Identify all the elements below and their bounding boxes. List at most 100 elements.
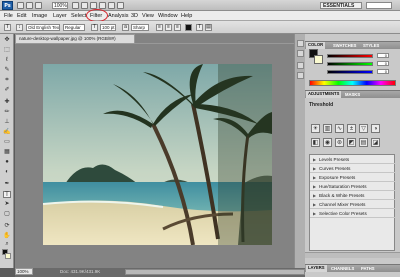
menu-select[interactable]: Select [71, 13, 86, 19]
launch-bridge-icon[interactable] [17, 2, 24, 9]
document-tab[interactable]: nature-desktop-wallpaper.jpg @ 100% (RGB… [15, 34, 135, 43]
font-style-select[interactable]: Regular [63, 24, 85, 31]
extras-icon[interactable] [90, 2, 97, 9]
preset-hue-saturation[interactable]: ▶ Hue/Saturation Presets [310, 183, 395, 191]
tool-options-bar: T ↕ Old English Text ... Regular T 100 p… [0, 21, 400, 34]
zoom-level-field[interactable]: 100% [52, 2, 68, 9]
history-panel-icon[interactable] [297, 40, 304, 47]
blue-value[interactable]: 0 [377, 69, 389, 74]
green-slider[interactable] [327, 62, 373, 66]
hue-saturation-icon[interactable]: ◑ [371, 124, 380, 133]
help-search-input[interactable] [366, 2, 392, 9]
dodge-tool-icon[interactable]: ◐ [3, 169, 11, 176]
color-background-swatch[interactable] [314, 55, 323, 64]
preset-channel-mixer[interactable]: ▶ Channel Mixer Presets [310, 201, 395, 209]
paragraph-panel-icon[interactable] [297, 72, 304, 79]
tab-styles[interactable]: STYLES [363, 43, 379, 48]
type-tool-icon[interactable]: T [4, 24, 11, 31]
brightness-icon[interactable]: ☀ [311, 124, 320, 133]
font-size-select[interactable]: 100 pt [100, 24, 116, 31]
menu-view[interactable]: View [142, 13, 154, 19]
preset-selective-color[interactable]: ▶ Selective Color Presets [310, 210, 395, 218]
antialias-select[interactable]: Sharp [131, 24, 149, 31]
arrange-documents-icon[interactable] [72, 2, 79, 9]
clone-stamp-tool-icon[interactable]: ⊥ [3, 119, 11, 126]
text-color-swatch[interactable] [185, 24, 192, 31]
character-panel-icon[interactable] [297, 62, 304, 69]
guides-icon[interactable] [117, 2, 124, 9]
zoom-tool-icon[interactable] [35, 2, 42, 9]
tab-masks[interactable]: MASKS [345, 92, 360, 97]
zoom-tool-icon[interactable]: ⌕ [3, 241, 11, 248]
posterize-icon[interactable]: ▤ [359, 138, 368, 147]
invert-icon[interactable]: ◩ [347, 138, 356, 147]
pen-tool-icon[interactable]: ✒ [3, 181, 11, 188]
image-canvas[interactable] [43, 64, 272, 245]
orientation-toggle-icon[interactable]: ↕ [16, 24, 23, 31]
levels-icon[interactable]: ▥ [323, 124, 332, 133]
preset-curves[interactable]: ▶ Curves Presets [310, 165, 395, 173]
tab-swatches[interactable]: SWATCHES [333, 43, 356, 48]
align-center-icon[interactable]: ≡ [165, 24, 172, 31]
curves-icon[interactable]: ∿ [335, 124, 344, 133]
green-value[interactable]: 0 [377, 61, 389, 66]
status-zoom-field[interactable]: 100% [15, 268, 33, 275]
tab-color[interactable]: COLOR [306, 42, 326, 49]
blur-tool-icon[interactable]: ● [3, 159, 11, 166]
red-value[interactable]: 0 [377, 53, 389, 58]
red-slider[interactable] [327, 54, 373, 58]
preset-levels[interactable]: ▶ Levels Presets [310, 156, 395, 164]
marquee-tool-icon[interactable]: ⬚ [3, 47, 11, 54]
threshold-icon[interactable]: ◪ [371, 138, 380, 147]
eraser-tool-icon[interactable]: ▭ [3, 139, 11, 146]
channel-mixer-icon[interactable]: ⊛ [335, 138, 344, 147]
photo-filter-icon[interactable]: ◉ [323, 138, 332, 147]
path-selection-tool-icon[interactable]: ➤ [3, 201, 11, 208]
history-brush-tool-icon[interactable]: ✍ [3, 129, 11, 136]
move-tool-icon[interactable]: ✥ [3, 37, 11, 44]
hand-tool-icon[interactable]: ✋ [3, 233, 11, 240]
workspace-switcher[interactable]: ESSENTIALS [320, 2, 362, 9]
preset-black-white[interactable]: ▶ Black & White Presets [310, 192, 395, 200]
align-right-icon[interactable]: ≡ [174, 24, 181, 31]
actions-panel-icon[interactable] [297, 50, 304, 57]
menu-file[interactable]: File [4, 13, 13, 19]
tab-adjustments[interactable]: ADJUSTMENTS [306, 91, 342, 98]
tab-channels[interactable]: CHANNELS [331, 266, 354, 271]
color-spectrum-ramp[interactable] [309, 80, 396, 86]
hand-tool-icon[interactable] [26, 2, 33, 9]
menu-window[interactable]: Window [158, 13, 178, 19]
crop-tool-icon[interactable]: ⌗ [3, 77, 11, 84]
lasso-tool-icon[interactable]: ℓ [3, 57, 11, 64]
blue-slider[interactable] [327, 70, 373, 74]
spot-healing-tool-icon[interactable]: ✚ [3, 99, 11, 106]
exposure-icon[interactable]: ± [347, 124, 356, 133]
black-white-icon[interactable]: ◧ [311, 138, 320, 147]
menu-help[interactable]: Help [181, 13, 192, 19]
gradient-tool-icon[interactable]: ▦ [3, 149, 11, 156]
brush-tool-icon[interactable]: ✏ [3, 109, 11, 116]
screen-mode-icon[interactable] [81, 2, 88, 9]
3d-rotate-tool-icon[interactable]: ⟳ [3, 223, 11, 230]
type-tool-icon[interactable]: T [3, 191, 11, 198]
shape-tool-icon[interactable]: ▢ [3, 211, 11, 218]
tab-paths[interactable]: PATHS [361, 266, 375, 271]
tab-layers[interactable]: LAYERS [306, 265, 327, 272]
warp-text-icon[interactable]: T [196, 24, 203, 31]
preset-exposure[interactable]: ▶ Exposure Presets [310, 174, 395, 182]
background-color-swatch[interactable] [5, 253, 11, 259]
grid-icon[interactable] [99, 2, 106, 9]
menu-layer[interactable]: Layer [53, 13, 67, 19]
vibrance-icon[interactable]: ▽ [359, 124, 368, 133]
font-family-select[interactable]: Old English Text ... [26, 24, 60, 31]
menu-analysis[interactable]: Analysis [108, 13, 128, 19]
character-panel-icon[interactable]: ▤ [205, 24, 212, 31]
horizontal-scrollbar[interactable] [125, 269, 305, 275]
eyedropper-tool-icon[interactable]: ✐ [3, 87, 11, 94]
menu-image[interactable]: Image [32, 13, 47, 19]
quick-selection-tool-icon[interactable]: ✎ [3, 67, 11, 74]
menu-3d[interactable]: 3D [131, 13, 138, 19]
rotate-view-icon[interactable] [108, 2, 115, 9]
menu-edit[interactable]: Edit [17, 13, 26, 19]
align-left-icon[interactable]: ≡ [156, 24, 163, 31]
